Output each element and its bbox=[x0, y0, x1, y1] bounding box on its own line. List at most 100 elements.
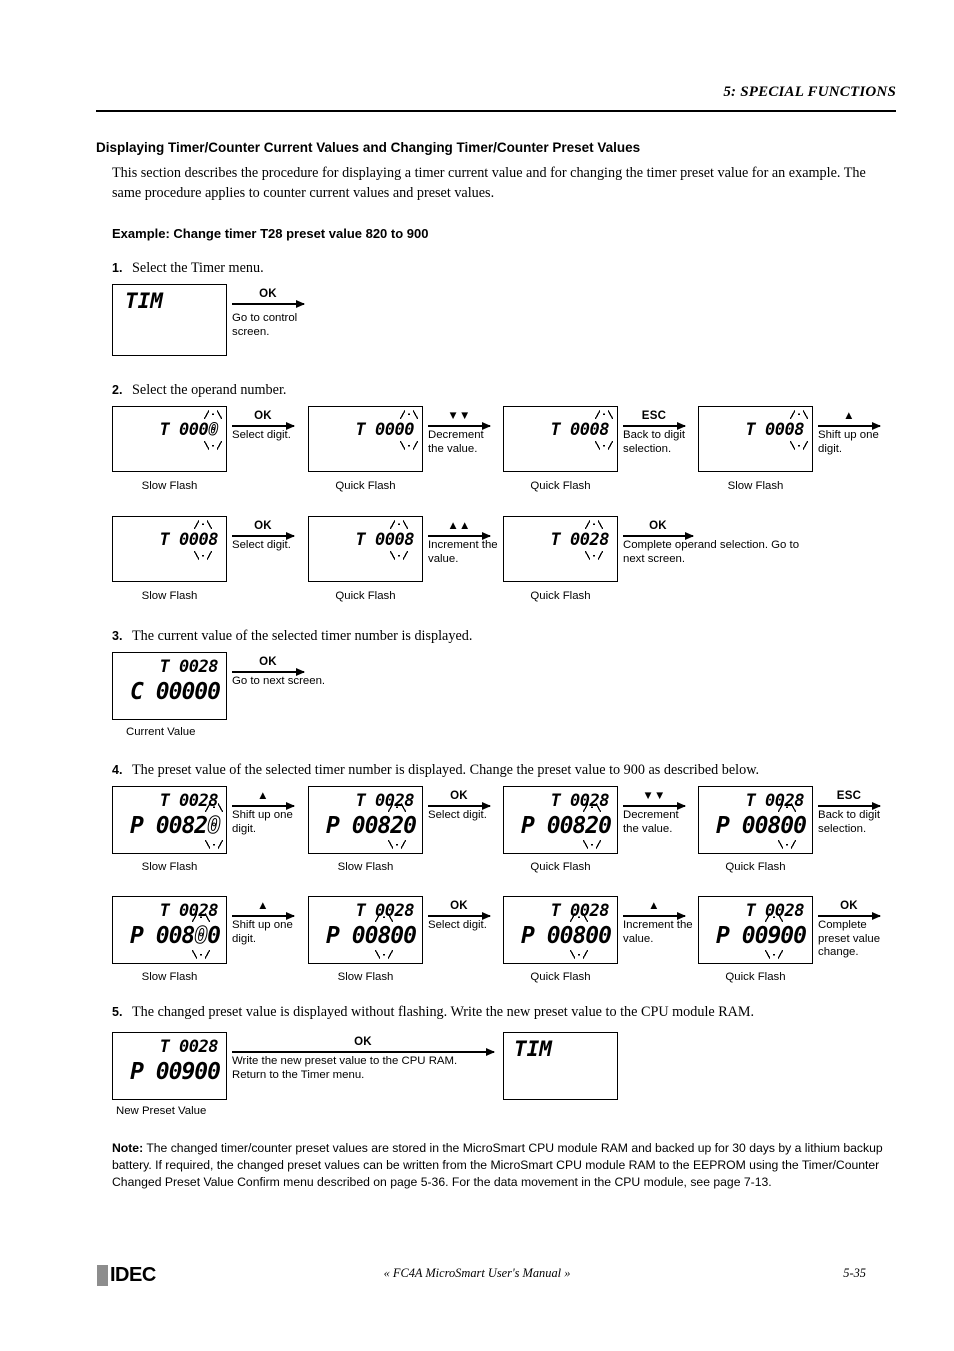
flashing-digit: 0 bbox=[208, 420, 219, 441]
lcd-step2r2-3-line: T 0028 bbox=[551, 530, 610, 550]
lcd-step4r2-4-line2: P 00900 bbox=[716, 923, 807, 949]
lcd-prefix: P bbox=[326, 923, 340, 949]
lcd-step2r2-2-line: T 0008 bbox=[355, 530, 415, 550]
caption-step2r1-4: Slow Flash bbox=[727, 480, 784, 492]
arrow-step4r1-4-line bbox=[818, 801, 881, 810]
lcd-step4r2-1-line2: P 00800 bbox=[130, 923, 221, 950]
arrow-step2r1-4: ▲ Shift up one digit. bbox=[818, 410, 881, 456]
arrow-step2r2-3: OK Complete operand selection. Go to nex… bbox=[623, 520, 799, 566]
step-4-text: 4. The preset value of the selected timer… bbox=[112, 762, 759, 779]
lcd-prefix: P bbox=[716, 813, 730, 839]
step-3-text: 3. The current value of the selected time… bbox=[112, 628, 472, 645]
flashing-digit: 9 bbox=[767, 923, 781, 949]
lcd-digits: 00820 bbox=[546, 813, 612, 839]
arrow-step3: OK Go to next screen. bbox=[232, 656, 325, 689]
arrow-step2r2-3-line bbox=[623, 531, 694, 540]
arrow-step2r1-2: ▼▼ Decrement the value. bbox=[428, 410, 491, 456]
step-2-number: 2. bbox=[112, 383, 123, 397]
arrow-step1-key: OK bbox=[259, 288, 277, 300]
arrow-step2r1-2-key: ▼▼ bbox=[447, 410, 471, 422]
lcd-step4r2-1-line1: T 0028 bbox=[159, 901, 219, 921]
lcd-step5-menu-text: TIM bbox=[514, 1037, 552, 1061]
lcd-digits: 0008 bbox=[375, 530, 414, 550]
lcd-step2r1-4: T 0008 bbox=[698, 406, 813, 472]
caption-step2r2-1: Slow Flash bbox=[141, 590, 198, 602]
lcd-step2r2-1: T 0008 bbox=[112, 516, 227, 582]
step-4-number: 4. bbox=[112, 763, 123, 777]
arrow-step2r1-1: OK Select digit. bbox=[232, 410, 295, 443]
caption-step2r2-3: Quick Flash bbox=[530, 590, 591, 602]
arrow-step5: OK Write the new preset value to the CPU… bbox=[232, 1036, 495, 1082]
lcd-step4r2-2: T 0028 P 00800 bbox=[308, 896, 423, 964]
caption-step4r1-1: Slow Flash bbox=[141, 861, 198, 873]
caption-step3: Current Value bbox=[126, 726, 196, 738]
footer-open-quote: « bbox=[383, 1266, 393, 1280]
lcd-prefix: C bbox=[130, 679, 144, 705]
flashing-digit: 0 bbox=[780, 813, 794, 839]
flashing-digit: 0 bbox=[198, 530, 209, 550]
arrow-step4r2-4-line bbox=[818, 911, 881, 920]
lcd-digits: 0008 bbox=[179, 530, 218, 550]
lcd-step4r1-4-line1: T 0028 bbox=[745, 791, 805, 811]
arrow-step2r1-1-desc: Select digit. bbox=[232, 429, 291, 441]
lcd-step2r2-3: T 0028 bbox=[503, 516, 618, 582]
arrow-step2r2-2-desc: Increment the value. bbox=[428, 539, 498, 565]
lcd-digits: 0028 bbox=[179, 657, 218, 677]
lcd-step4r1-1: T 0028 P 00820 bbox=[112, 786, 227, 854]
lcd-prefix: T bbox=[159, 420, 170, 440]
lcd-step1-timer-menu: TIM bbox=[112, 284, 227, 356]
lcd-step4r1-2-line2: P 00820 bbox=[326, 813, 417, 839]
lcd-step3-current-value: T 0028 C 00000 bbox=[112, 652, 227, 720]
flashing-digit: 0 bbox=[194, 923, 209, 950]
caption-step2r1-1: Slow Flash bbox=[141, 480, 198, 492]
lcd-step4r1-3-line1: T 0028 bbox=[550, 791, 610, 811]
arrow-step5-desc2: Return to the Timer menu. bbox=[232, 1068, 365, 1081]
step-1-label: Select the Timer menu. bbox=[132, 260, 264, 276]
caption-step2r2-2: Quick Flash bbox=[335, 590, 396, 602]
lcd-digits: 00800 bbox=[741, 813, 807, 839]
caption-step5: New Preset Value bbox=[116, 1105, 207, 1117]
step-2-label: Select the operand number. bbox=[132, 382, 287, 398]
lcd-prefix: T bbox=[355, 530, 366, 550]
arrow-step5-key: OK bbox=[354, 1036, 372, 1048]
lcd-prefix: P bbox=[716, 923, 730, 949]
section-heading: Displaying Timer/Counter Current Values … bbox=[96, 140, 641, 155]
arrow-step2r1-1-key: OK bbox=[254, 410, 272, 422]
caption-step4r1-4: Quick Flash bbox=[725, 861, 786, 873]
lcd-step2r1-3-line: T 0008 bbox=[550, 420, 610, 440]
caption-step2r1-2: Quick Flash bbox=[335, 480, 396, 492]
lcd-step2r1-1-line: T 0000 bbox=[159, 420, 219, 441]
lcd-step4r1-4-line2: P 00800 bbox=[716, 813, 807, 839]
arrow-step4r2-1: ▲ Shift up one digit. bbox=[232, 900, 295, 946]
lcd-step4r2-2-line2: P 00800 bbox=[326, 923, 417, 949]
caption-step4r2-4: Quick Flash bbox=[725, 971, 786, 983]
step-2-text: 2. Select the operand number. bbox=[112, 382, 286, 399]
lcd-step2r2-1-line: T 0008 bbox=[160, 530, 219, 550]
lcd-step4r1-1-line1: T 0028 bbox=[159, 791, 219, 811]
caption-step4r1-3: Quick Flash bbox=[530, 861, 591, 873]
arrow-step4r1-2: OK Select digit. bbox=[428, 790, 491, 823]
lcd-digits: 00800 bbox=[155, 923, 221, 950]
flashing-digit: 2 bbox=[589, 530, 600, 550]
lcd-step4r1-3-line2: P 00820 bbox=[521, 813, 612, 839]
arrow-step2r2-1: OK Select digit. bbox=[232, 520, 295, 553]
arrow-step2r1-3-desc: Back to digit selection. bbox=[623, 429, 686, 455]
caption-step4r2-1: Slow Flash bbox=[141, 971, 198, 983]
footer-title-text: FC4A MicroSmart User's Manual bbox=[392, 1266, 562, 1280]
arrow-step4r1-4: ESC Back to digit selection. bbox=[818, 790, 881, 836]
arrow-step2r2-1-line bbox=[232, 531, 295, 540]
lcd-prefix: T bbox=[550, 420, 561, 440]
lcd-digits: 00900 bbox=[741, 923, 807, 949]
lcd-prefix: T bbox=[159, 657, 170, 677]
lcd-prefix: T bbox=[745, 420, 756, 440]
arrow-step4r2-1-desc: Shift up one digit. bbox=[232, 919, 293, 945]
note-label: Note: bbox=[112, 1141, 144, 1155]
caption-step2r1-3: Quick Flash bbox=[530, 480, 591, 492]
lcd-step2r1-3: T 0008 bbox=[503, 406, 618, 472]
lcd-step3-line1: T 0028 bbox=[159, 657, 219, 677]
arrow-step3-line bbox=[232, 667, 305, 676]
step-5-number: 5. bbox=[112, 1005, 123, 1019]
arrow-step1-desc: Go to control screen. bbox=[232, 312, 298, 338]
step-1-number: 1. bbox=[112, 261, 123, 275]
lcd-step4r1-2-line1: T 0028 bbox=[355, 791, 415, 811]
